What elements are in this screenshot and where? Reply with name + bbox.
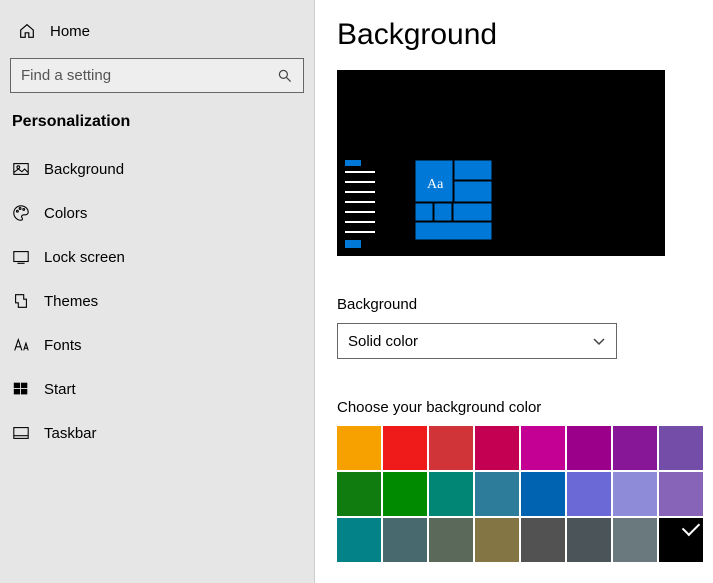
nav-list: Background Colors Lock screen Themes Fon… xyxy=(0,147,314,455)
color-swatch[interactable] xyxy=(567,472,611,516)
sidebar-item-themes[interactable]: Themes xyxy=(0,279,314,323)
main-panel: Background xyxy=(315,0,713,583)
search-input[interactable] xyxy=(21,67,277,84)
color-swatch[interactable] xyxy=(429,518,473,562)
preview-aa-text: Aa xyxy=(427,177,444,192)
sidebar-item-label: Start xyxy=(44,381,76,398)
lockscreen-icon xyxy=(12,248,30,266)
dropdown-value: Solid color xyxy=(348,333,592,350)
sidebar-item-start[interactable]: Start xyxy=(0,367,314,411)
color-swatch[interactable] xyxy=(429,426,473,470)
color-swatch[interactable] xyxy=(521,472,565,516)
picture-icon xyxy=(12,160,30,178)
sidebar-item-label: Background xyxy=(44,161,124,178)
color-swatch-grid xyxy=(337,426,707,562)
sidebar-item-taskbar[interactable]: Taskbar xyxy=(0,411,314,455)
color-swatch[interactable] xyxy=(567,426,611,470)
settings-sidebar: Home Personalization Background Colors xyxy=(0,0,315,583)
start-icon xyxy=(12,380,30,398)
search-icon xyxy=(277,68,293,84)
sidebar-item-colors[interactable]: Colors xyxy=(0,191,314,235)
color-swatch[interactable] xyxy=(383,472,427,516)
search-box[interactable] xyxy=(10,58,304,93)
color-swatch[interactable] xyxy=(521,426,565,470)
desktop-preview: Aa xyxy=(337,70,665,256)
color-swatch[interactable] xyxy=(659,426,703,470)
chevron-down-icon xyxy=(592,334,606,348)
sidebar-item-label: Fonts xyxy=(44,337,82,354)
color-swatch[interactable] xyxy=(383,426,427,470)
section-title: Personalization xyxy=(0,113,314,147)
sidebar-item-label: Colors xyxy=(44,205,87,222)
sidebar-item-label: Themes xyxy=(44,293,98,310)
preview-start-thumb: Aa xyxy=(345,160,497,248)
color-swatch[interactable] xyxy=(613,426,657,470)
taskbar-icon xyxy=(12,424,30,442)
search-wrap xyxy=(0,58,314,113)
sidebar-item-label: Lock screen xyxy=(44,249,125,266)
color-swatch[interactable] xyxy=(613,518,657,562)
color-swatch[interactable] xyxy=(659,518,703,562)
background-label: Background xyxy=(337,296,713,313)
background-dropdown[interactable]: Solid color xyxy=(337,323,617,359)
color-swatch[interactable] xyxy=(475,426,519,470)
sidebar-item-fonts[interactable]: Fonts xyxy=(0,323,314,367)
palette-icon xyxy=(12,204,30,222)
page-title: Background xyxy=(337,18,713,52)
color-swatch[interactable] xyxy=(337,472,381,516)
choose-color-label: Choose your background color xyxy=(337,399,713,416)
color-swatch[interactable] xyxy=(521,518,565,562)
color-swatch[interactable] xyxy=(383,518,427,562)
home-label: Home xyxy=(50,23,90,40)
color-swatch[interactable] xyxy=(337,426,381,470)
themes-icon xyxy=(12,292,30,310)
sidebar-item-label: Taskbar xyxy=(44,425,97,442)
home-icon xyxy=(18,22,36,40)
color-swatch[interactable] xyxy=(475,472,519,516)
color-swatch[interactable] xyxy=(337,518,381,562)
home-nav[interactable]: Home xyxy=(0,14,314,48)
color-swatch[interactable] xyxy=(567,518,611,562)
sidebar-item-background[interactable]: Background xyxy=(0,147,314,191)
sidebar-item-lockscreen[interactable]: Lock screen xyxy=(0,235,314,279)
color-swatch[interactable] xyxy=(659,472,703,516)
fonts-icon xyxy=(12,336,30,354)
color-swatch[interactable] xyxy=(613,472,657,516)
color-swatch[interactable] xyxy=(475,518,519,562)
color-swatch[interactable] xyxy=(429,472,473,516)
